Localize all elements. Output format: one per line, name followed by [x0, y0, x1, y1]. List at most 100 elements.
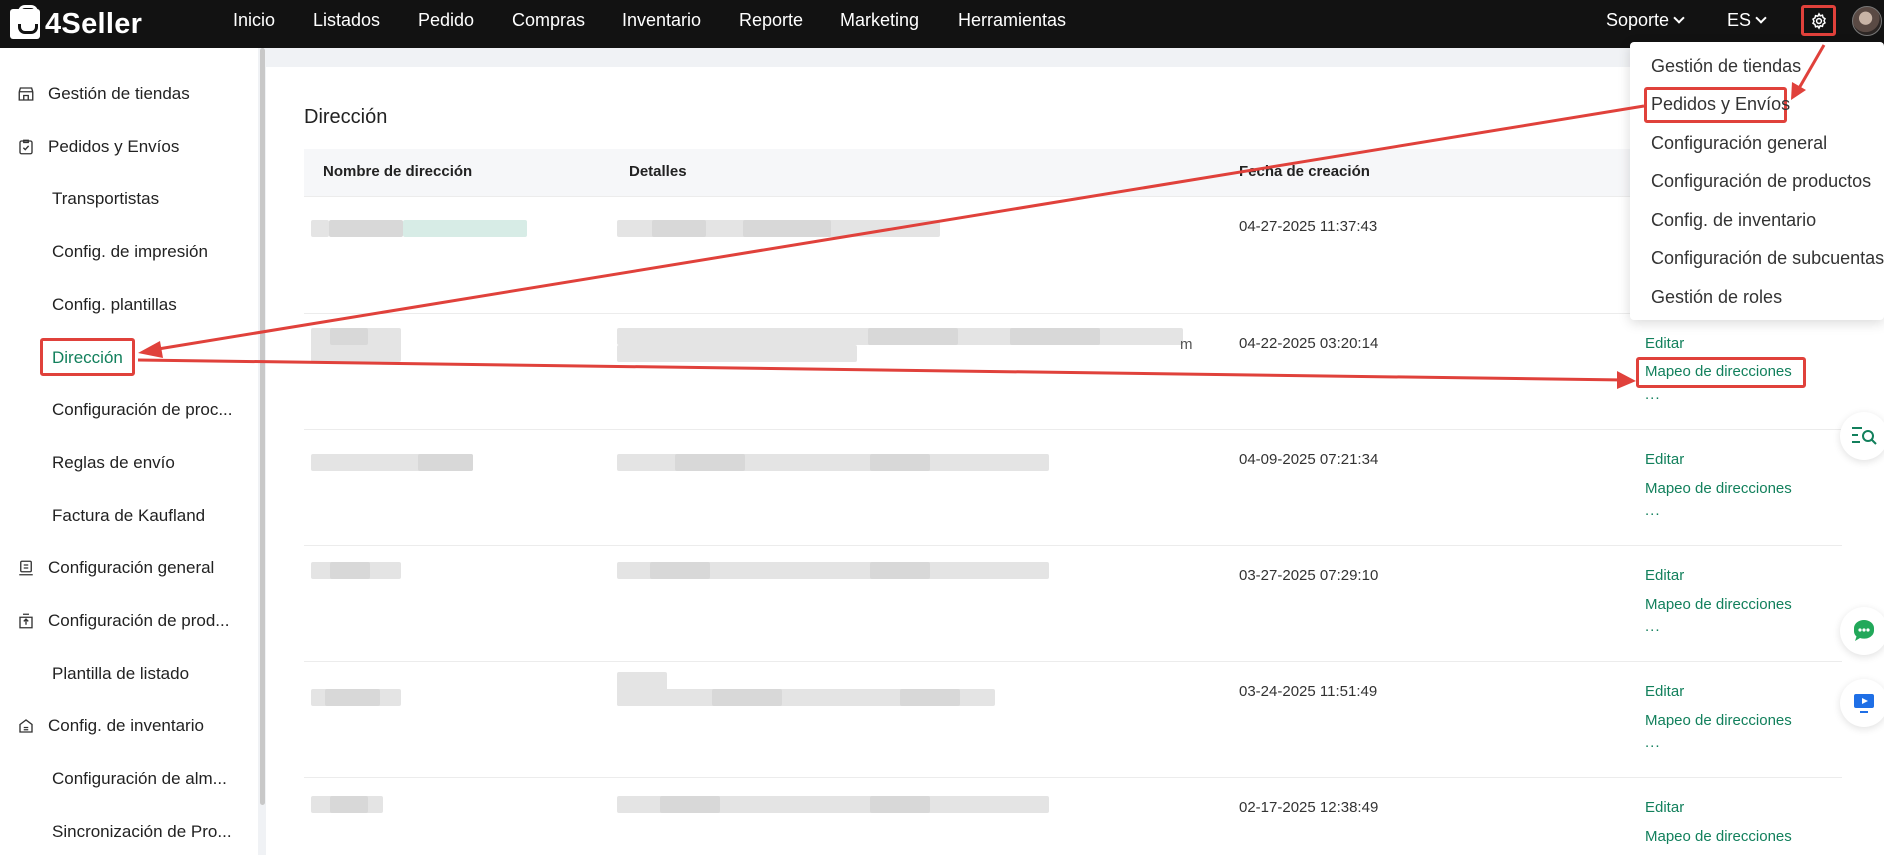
menu-item-role-management[interactable]: Gestión de roles: [1651, 287, 1782, 308]
sidebar-item-listing-template[interactable]: Plantilla de listado: [52, 664, 189, 684]
sidebar-item-processing-config[interactable]: Configuración de proc...: [52, 400, 233, 420]
blurred-address-name: [311, 220, 329, 237]
sidebar-item-product-sync[interactable]: Sincronización de Pro...: [52, 822, 232, 842]
more-actions-link[interactable]: ...: [1645, 502, 1661, 519]
menu-item-inventory-config[interactable]: Config. de inventario: [1651, 210, 1816, 231]
menu-item-store-management[interactable]: Gestión de tiendas: [1651, 56, 1801, 77]
sidebar-group-label: Configuración de prod...: [48, 611, 230, 630]
blurred-details: [743, 220, 831, 237]
store-icon: [16, 84, 36, 104]
sidebar-group-orders-shipping[interactable]: Pedidos y Envíos: [16, 137, 179, 157]
nav-inicio[interactable]: Inicio: [233, 10, 275, 30]
mapping-link-highlight-box: [1636, 357, 1806, 388]
blurred-address-name: [330, 562, 370, 579]
chevron-down-icon: [1673, 11, 1685, 24]
sidebar-item-print-config[interactable]: Config. de impresión: [52, 242, 208, 262]
details-tail-text: m: [1180, 336, 1193, 353]
sidebar-group-store-management[interactable]: Gestión de tiendas: [16, 84, 190, 104]
sidebar-group-inventory-config[interactable]: Config. de inventario: [16, 716, 204, 736]
nav-listados[interactable]: Listados: [313, 10, 380, 30]
menu-item-product-config[interactable]: Configuración de productos: [1651, 171, 1871, 192]
more-actions-link[interactable]: ...: [1645, 618, 1661, 635]
sidebar-group-label: Config. de inventario: [48, 716, 204, 735]
receipt-icon: [16, 558, 36, 578]
nav-reporte[interactable]: Reporte: [739, 10, 803, 30]
edit-link[interactable]: Editar: [1645, 799, 1684, 816]
sidebar-item-shipping-rules[interactable]: Reglas de envío: [52, 453, 175, 473]
blurred-details: [660, 796, 720, 813]
row-divider: [304, 429, 1842, 430]
sidebar-item-kaufland-invoice[interactable]: Factura de Kaufland: [52, 506, 205, 526]
video-play-icon: [1854, 694, 1874, 713]
brand-name: 4Seller: [45, 7, 143, 40]
blurred-details: [870, 562, 930, 579]
menu-item-subaccount-config[interactable]: Configuración de subcuentas: [1651, 248, 1884, 269]
edit-link[interactable]: Editar: [1645, 451, 1684, 468]
column-header-created-date: Fecha de creación: [1239, 163, 1370, 180]
sidebar-item-warehouse-config[interactable]: Configuración de alm...: [52, 769, 227, 789]
top-navigation-bar: 4Seller: [0, 0, 1884, 48]
sidebar-group-label: Configuración general: [48, 558, 215, 577]
blurred-address-name: [329, 220, 403, 237]
address-mapping-link[interactable]: Mapeo de direcciones: [1645, 480, 1792, 497]
column-header-address-name: Nombre de dirección: [323, 163, 473, 180]
blurred-address-name: [330, 328, 368, 345]
support-label: Soporte: [1606, 10, 1670, 30]
box-upload-icon: [16, 611, 36, 631]
address-mapping-link[interactable]: Mapeo de direcciones: [1645, 712, 1792, 729]
blurred-address-name: [325, 689, 380, 706]
blurred-details: [900, 689, 960, 706]
blurred-details: [868, 328, 958, 345]
table-header: [304, 149, 1842, 197]
address-mapping-link[interactable]: Mapeo de direcciones: [1645, 828, 1792, 845]
nav-marketing[interactable]: Marketing: [840, 10, 919, 30]
language-label: ES: [1727, 10, 1752, 30]
sidebar-group-label: Gestión de tiendas: [48, 84, 190, 103]
edit-link[interactable]: Editar: [1645, 683, 1684, 700]
created-date: 04-22-2025 03:20:14: [1239, 335, 1379, 352]
created-date: 03-27-2025 07:29:10: [1239, 567, 1379, 584]
row-divider: [304, 545, 1842, 546]
sidebar-group-label: Pedidos y Envíos: [48, 137, 180, 156]
blurred-details: [617, 345, 857, 362]
shopping-bag-icon: [10, 5, 40, 39]
edit-link[interactable]: Editar: [1645, 335, 1684, 352]
inventory-icon: [16, 716, 36, 736]
blurred-details: [712, 689, 782, 706]
sidebar-scrollbar[interactable]: [260, 48, 265, 805]
blurred-address-name: [418, 454, 473, 471]
edit-link[interactable]: Editar: [1645, 567, 1684, 584]
menu-item-general-config[interactable]: Configuración general: [1651, 133, 1827, 154]
column-header-details: Detalles: [629, 163, 687, 180]
language-dropdown[interactable]: ES: [1727, 10, 1767, 30]
sidebar-group-general-config[interactable]: Configuración general: [16, 558, 214, 578]
chevron-down-icon: [1755, 11, 1767, 24]
sidebar-item-address[interactable]: Dirección: [52, 348, 123, 368]
blurred-details: [675, 454, 745, 471]
nav-compras[interactable]: Compras: [512, 10, 585, 30]
more-actions-link[interactable]: ...: [1645, 386, 1661, 403]
blurred-details: [652, 220, 706, 237]
nav-inventario[interactable]: Inventario: [622, 10, 701, 30]
support-dropdown[interactable]: Soporte: [1606, 10, 1685, 30]
created-date: 04-27-2025 11:37:43: [1239, 218, 1378, 235]
more-actions-link[interactable]: ...: [1645, 734, 1661, 751]
row-divider: [304, 661, 1842, 662]
sidebar-group-product-config[interactable]: Configuración de prod...: [16, 611, 229, 631]
menu-item-orders-shipping[interactable]: Pedidos y Envíos: [1651, 94, 1790, 115]
sidebar-item-carriers[interactable]: Transportistas: [52, 189, 159, 209]
nav-pedido[interactable]: Pedido: [418, 10, 474, 30]
clipboard-check-icon: [16, 137, 36, 157]
row-divider: [304, 313, 1842, 314]
brand-logo[interactable]: 4Seller: [10, 4, 142, 44]
page-title: Dirección: [304, 106, 388, 128]
user-avatar[interactable]: [1852, 6, 1882, 36]
help-search-button[interactable]: [1840, 412, 1884, 460]
sidebar-item-template-config[interactable]: Config. plantillas: [52, 295, 177, 315]
video-tutorial-button[interactable]: [1840, 679, 1884, 727]
gear-icon: [1811, 11, 1826, 30]
chat-support-button[interactable]: [1840, 607, 1884, 655]
nav-herramientas[interactable]: Herramientas: [958, 10, 1066, 30]
settings-button[interactable]: [1801, 5, 1836, 36]
address-mapping-link[interactable]: Mapeo de direcciones: [1645, 596, 1792, 613]
